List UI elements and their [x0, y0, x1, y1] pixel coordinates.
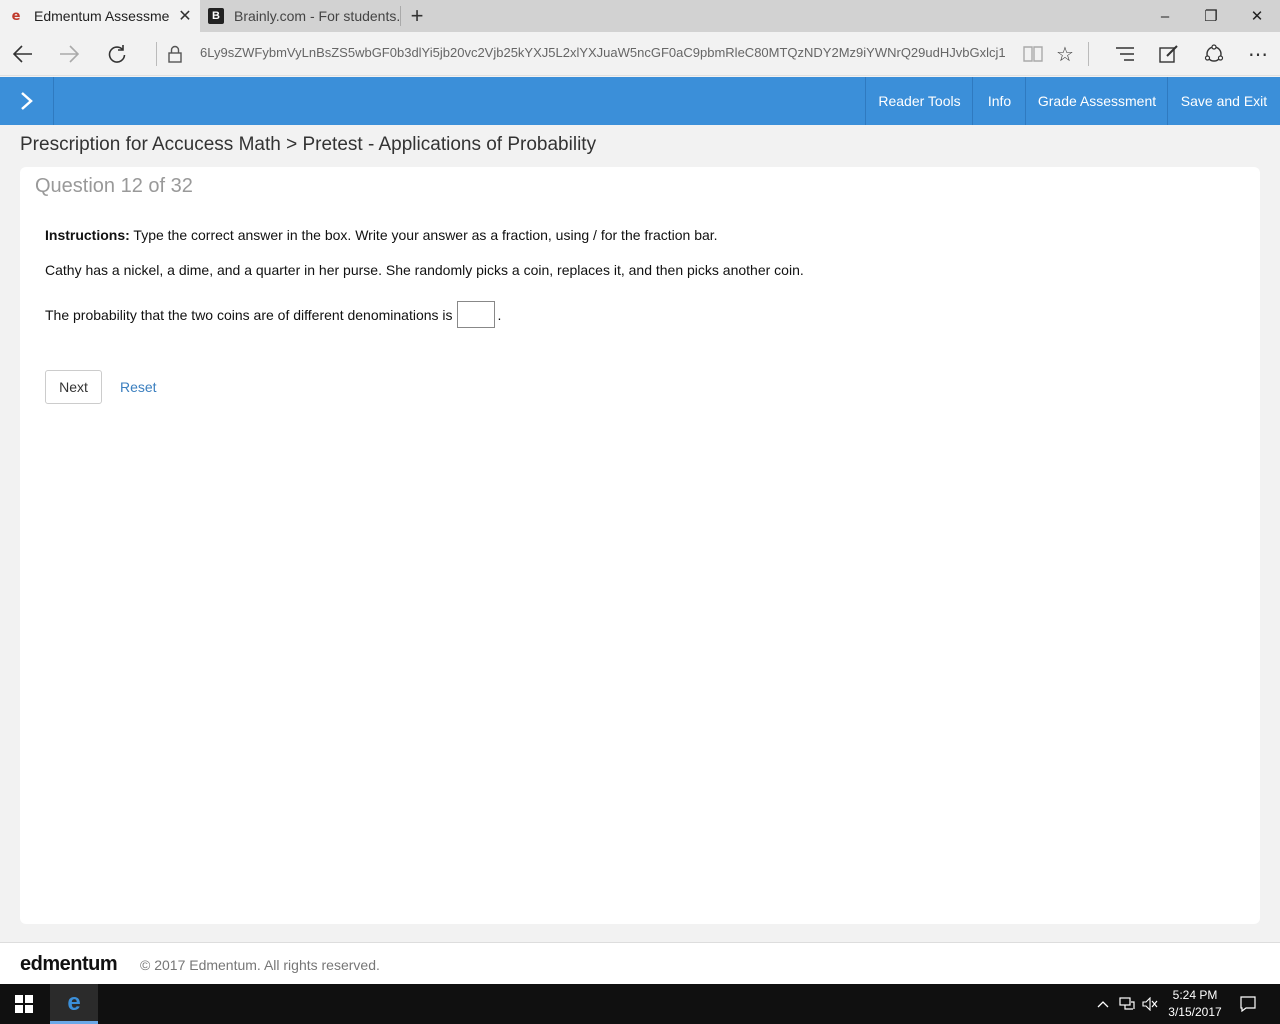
refresh-icon[interactable]: [94, 32, 140, 76]
reader-tools-button[interactable]: Reader Tools: [865, 77, 973, 125]
address-bar-row: 6Ly9sZWFybmVyLnBsZS5wbGF0b3dlYi5jb20vc2V…: [0, 32, 1280, 76]
windows-taskbar: e 5:24 PM 3/15/2017: [0, 984, 1280, 1024]
url-field[interactable]: 6Ly9sZWFybmVyLnBsZS5wbGF0b3dlYi5jb20vc2V…: [200, 45, 1005, 60]
tab-brainly[interactable]: B Brainly.com - For students. I: [200, 0, 400, 32]
tray-chevron-up-icon[interactable]: [1092, 984, 1114, 1024]
breadcrumb: Prescription for Accucess Math > Pretest…: [20, 134, 597, 155]
answer-input[interactable]: [456, 301, 495, 328]
clock-time: 5:24 PM: [1172, 988, 1218, 1002]
forward-arrow-icon[interactable]: [46, 32, 92, 76]
restore-icon[interactable]: ❐: [1188, 0, 1234, 32]
next-button[interactable]: Next: [45, 370, 102, 404]
minimize-icon[interactable]: –: [1142, 0, 1188, 32]
answer-period: .: [497, 306, 502, 323]
answer-line: The probability that the two coins are o…: [45, 301, 501, 328]
instructions-text: Type the correct answer in the box. Writ…: [133, 227, 718, 243]
taskbar-clock[interactable]: 5:24 PM 3/15/2017: [1160, 987, 1230, 1021]
new-tab-plus-icon[interactable]: +: [402, 0, 432, 32]
edmentum-favicon-icon: e: [11, 8, 21, 24]
browser-tab-strip: e Edmentum Assessments ✕ B Brainly.com -…: [0, 0, 1280, 32]
favorite-star-icon[interactable]: ☆: [1043, 32, 1087, 76]
answer-prompt: The probability that the two coins are o…: [45, 306, 453, 323]
info-button[interactable]: Info: [972, 77, 1026, 125]
back-arrow-icon[interactable]: [0, 32, 46, 76]
reset-link[interactable]: Reset: [120, 379, 157, 395]
instructions: Instructions: Type the correct answer in…: [45, 227, 718, 243]
question-counter: Question 12 of 32: [35, 175, 193, 197]
volume-muted-icon[interactable]: [1139, 984, 1161, 1024]
question-text: Cathy has a nickel, a dime, and a quarte…: [45, 262, 804, 278]
edge-app-icon[interactable]: e: [50, 984, 98, 1024]
brainly-favicon-icon: B: [208, 8, 224, 24]
clock-date: 3/15/2017: [1168, 1005, 1222, 1019]
toolbar-divider: [1088, 42, 1089, 66]
close-window-icon[interactable]: ✕: [1234, 0, 1280, 32]
more-menu-icon[interactable]: ⋯: [1236, 32, 1280, 76]
windows-start-icon[interactable]: [0, 984, 48, 1024]
tab-close-icon[interactable]: ✕: [170, 6, 200, 26]
share-icon[interactable]: [1192, 32, 1236, 76]
tab-divider: [400, 6, 401, 26]
app-header: Reader Tools Info Grade Assessment Save …: [0, 77, 1280, 125]
edmentum-logo: edmentum: [20, 953, 118, 975]
save-and-exit-button[interactable]: Save and Exit: [1167, 77, 1280, 125]
network-icon[interactable]: [1116, 984, 1138, 1024]
web-note-icon[interactable]: [1147, 32, 1191, 76]
lock-icon: [152, 32, 198, 76]
tab-edmentum[interactable]: e Edmentum Assessments ✕: [0, 0, 200, 32]
copyright-text: © 2017 Edmentum. All rights reserved.: [140, 957, 380, 973]
tab-title: Edmentum Assessments: [34, 8, 170, 24]
action-center-icon[interactable]: [1236, 984, 1260, 1024]
tab-title: Brainly.com - For students. I: [234, 8, 400, 24]
question-panel: Question 12 of 32 Instructions: Type the…: [20, 167, 1260, 924]
footer: edmentum © 2017 Edmentum. All rights res…: [0, 942, 1280, 984]
grade-assessment-button[interactable]: Grade Assessment: [1025, 77, 1168, 125]
instructions-label: Instructions:: [45, 227, 130, 243]
menu-toggle-chevron-icon[interactable]: [0, 77, 54, 125]
hub-icon[interactable]: [1103, 32, 1147, 76]
